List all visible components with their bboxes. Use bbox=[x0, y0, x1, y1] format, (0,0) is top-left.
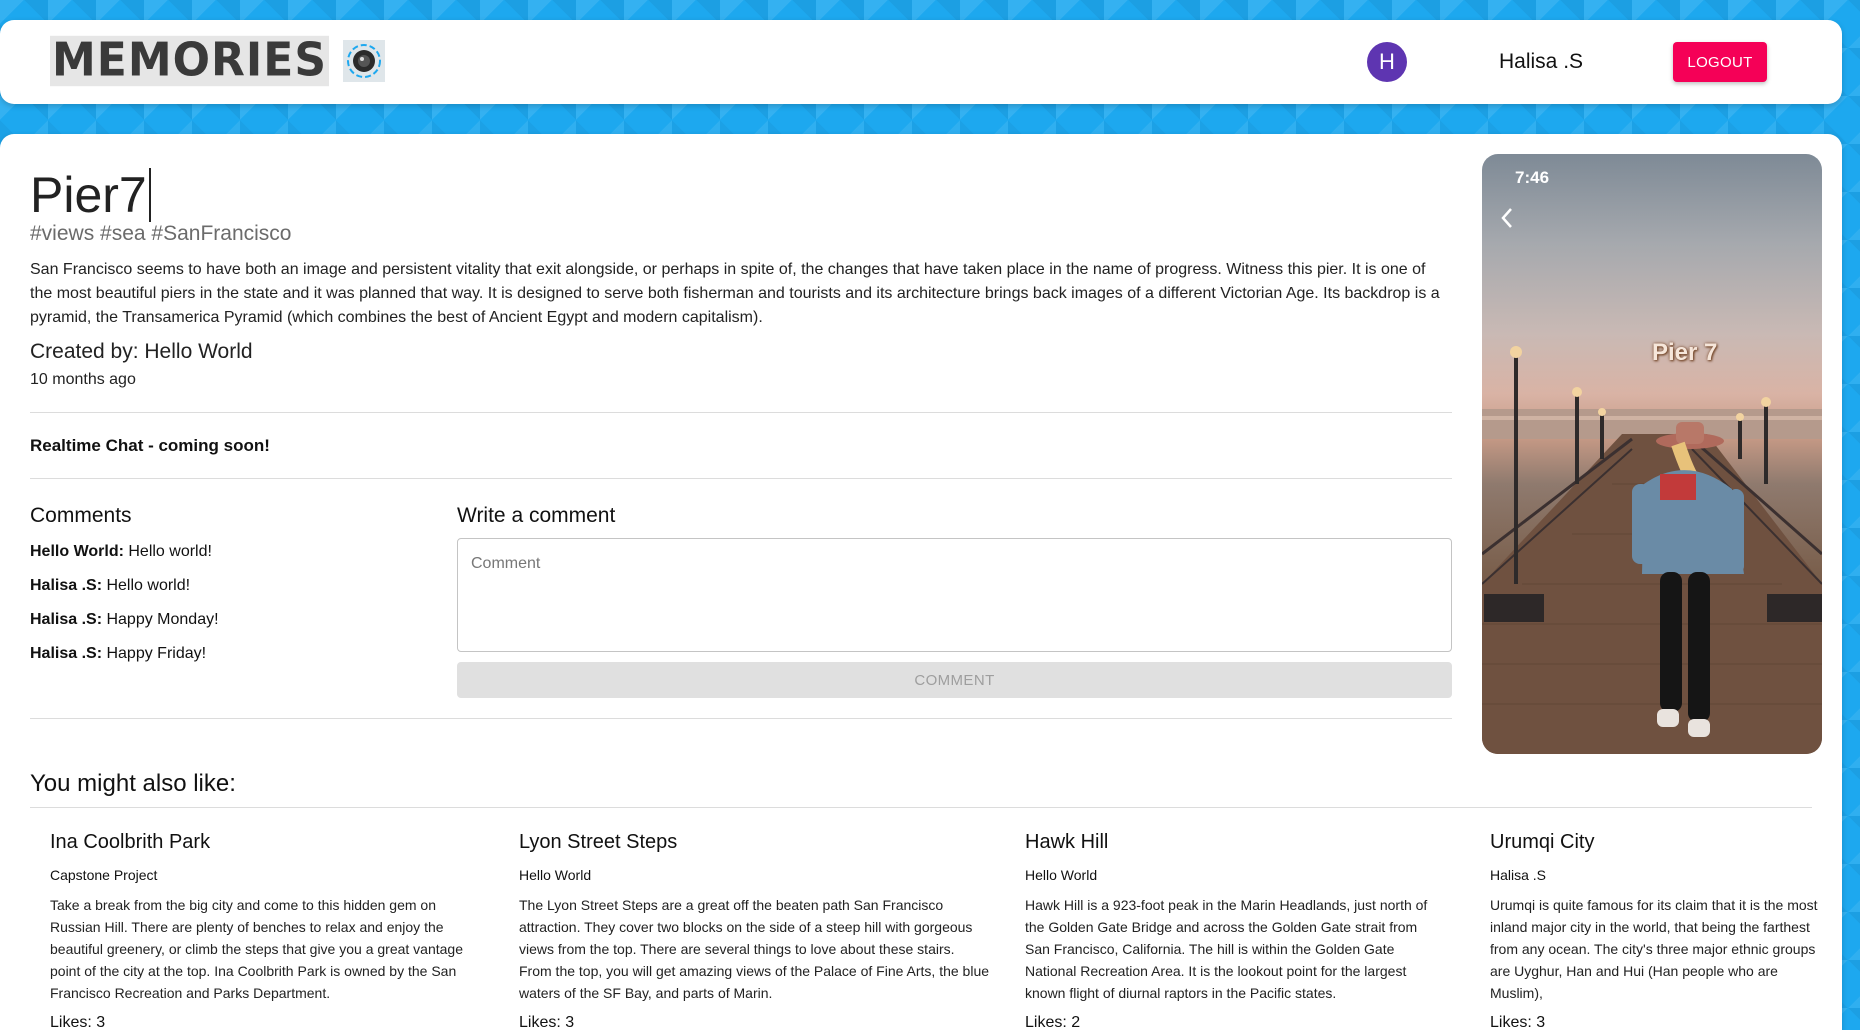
post-description: San Francisco seems to have both an imag… bbox=[30, 261, 1440, 326]
comment-item: Halisa .S: Happy Monday! bbox=[30, 610, 219, 644]
recommended-post-likes: Likes: 3 bbox=[1490, 1014, 1546, 1030]
post-details-card: Pier7 #views #sea #SanFrancisco San Fran… bbox=[0, 134, 1842, 1030]
recommended-post-description: Hawk Hill is a 923-foot peak in the Mari… bbox=[1025, 897, 1428, 1001]
post-title-text: Pier7 bbox=[30, 167, 147, 223]
divider bbox=[30, 718, 1452, 719]
recommended-post-author: Capstone Project bbox=[50, 867, 158, 883]
recommended-post-likes: Likes: 3 bbox=[519, 1014, 575, 1030]
recommended-post-likes: Likes: 3 bbox=[50, 1014, 106, 1030]
recommended-post-author: Hello World bbox=[519, 867, 592, 883]
page-title: Pier7 bbox=[30, 166, 151, 224]
comment-text: Hello world! bbox=[102, 577, 191, 594]
recommended-post-title: Ina Coolbrith Park bbox=[50, 831, 211, 853]
submit-comment-button[interactable]: COMMENT bbox=[457, 662, 1452, 698]
divider bbox=[30, 478, 1452, 479]
comment-item: Halisa .S: Happy Friday! bbox=[30, 644, 219, 678]
recommended-post-author: Hello World bbox=[1025, 867, 1098, 883]
app-header: MEMORIES H Halisa .S LOGOUT bbox=[0, 20, 1842, 104]
recommendations-heading: You might also like: bbox=[30, 770, 236, 797]
recommended-post-card[interactable]: Lyon Street Steps Hello World The Lyon S… bbox=[519, 830, 991, 1030]
media-caption: Pier 7 bbox=[1652, 339, 1718, 366]
post-creator: Created by: Hello World bbox=[30, 340, 253, 363]
recommended-post-title: Hawk Hill bbox=[1025, 831, 1109, 853]
comments-heading: Comments bbox=[30, 504, 132, 527]
comment-input[interactable] bbox=[457, 538, 1452, 652]
write-comment-heading: Write a comment bbox=[457, 504, 616, 527]
comment-text: Hello world! bbox=[123, 543, 212, 560]
brand[interactable]: MEMORIES bbox=[50, 33, 386, 88]
recommended-post-title: Urumqi City bbox=[1490, 831, 1595, 853]
recommended-post-card[interactable]: Urumqi City Halisa .S Urumqi is quite fa… bbox=[1490, 830, 1822, 1030]
comment-author: Halisa .S: bbox=[30, 645, 103, 662]
chat-notice: Realtime Chat - coming soon! bbox=[30, 436, 270, 455]
comment-text: Happy Friday! bbox=[102, 645, 207, 662]
post-tags: #views #sea #SanFrancisco bbox=[30, 222, 292, 245]
recommended-post-title: Lyon Street Steps bbox=[519, 831, 678, 853]
comment-author: Halisa .S: bbox=[30, 577, 103, 594]
recommended-post-description: The Lyon Street Steps are a great off th… bbox=[519, 897, 990, 1001]
comment-item: Hello World: Hello world! bbox=[30, 542, 219, 576]
divider bbox=[30, 807, 1812, 808]
divider bbox=[30, 412, 1452, 413]
comment-author: Halisa .S: bbox=[30, 611, 103, 628]
comment-text: Happy Monday! bbox=[102, 611, 219, 628]
avatar[interactable]: H bbox=[1367, 42, 1407, 82]
recommended-post-author: Halisa .S bbox=[1490, 867, 1547, 883]
recommended-post-card[interactable]: Hawk Hill Hello World Hawk Hill is a 923… bbox=[1025, 830, 1443, 1030]
comment-author: Hello World: bbox=[30, 543, 124, 560]
comment-item: Halisa .S: Hello world! bbox=[30, 576, 219, 610]
post-timestamp: 10 months ago bbox=[30, 371, 136, 388]
media-status-time: 7:46 bbox=[1515, 168, 1550, 187]
brand-logo-text: MEMORIES bbox=[50, 33, 330, 88]
recommended-post-description: Take a break from the big city and come … bbox=[50, 897, 463, 1001]
pier-photo bbox=[1482, 346, 1822, 754]
logout-button[interactable]: LOGOUT bbox=[1673, 42, 1767, 82]
camera-lens-icon bbox=[343, 40, 386, 82]
text-cursor bbox=[148, 168, 151, 222]
recommended-post-card[interactable]: Ina Coolbrith Park Capstone Project Take… bbox=[50, 830, 470, 1030]
username: Halisa .S bbox=[1499, 50, 1584, 73]
recommended-post-description: Urumqi is quite famous for its claim tha… bbox=[1490, 897, 1818, 1001]
comment-list: Hello World: Hello world! Halisa .S: Hel… bbox=[30, 542, 219, 678]
post-image: 7:46 Pier 7 bbox=[1482, 154, 1822, 754]
recommended-post-likes: Likes: 2 bbox=[1025, 1014, 1081, 1030]
